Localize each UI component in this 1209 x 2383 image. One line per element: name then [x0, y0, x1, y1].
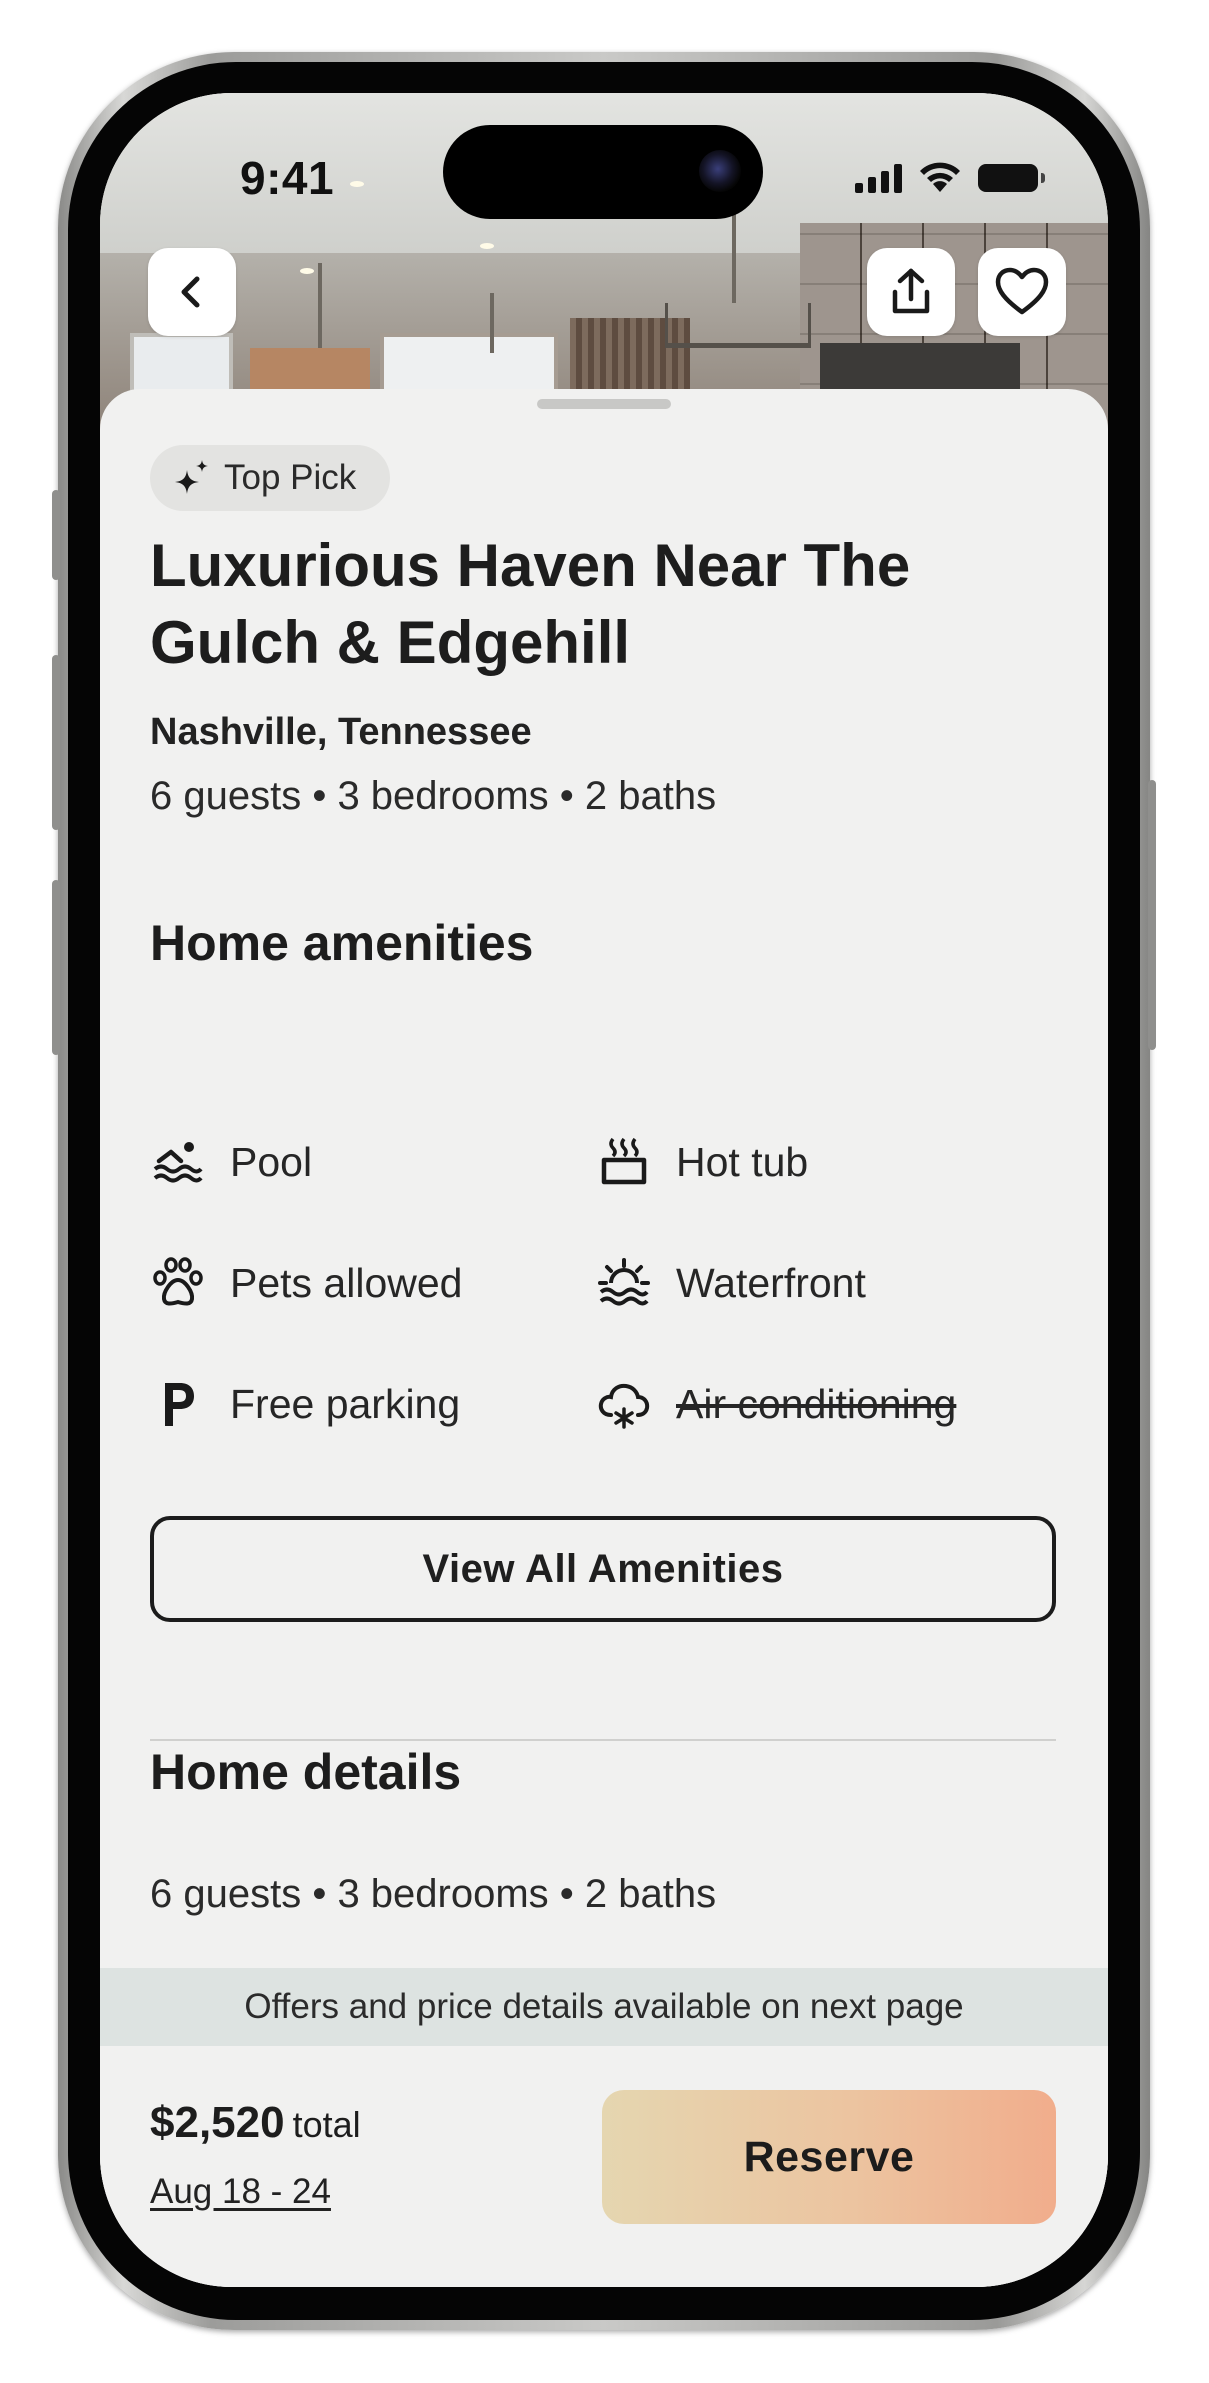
sheet-grabber[interactable]: [537, 399, 671, 409]
stay-dates-link[interactable]: Aug 18 - 24: [150, 2172, 331, 2212]
top-pick-badge: Top Pick: [150, 445, 391, 511]
amenity-label: Air conditioning: [676, 1380, 957, 1427]
amenities-heading: Home amenities: [150, 915, 534, 971]
booking-footer: $2,520 total Aug 18 - 24 Reserve: [100, 2046, 1108, 2287]
share-icon: [892, 268, 930, 314]
badge-label: Top Pick: [224, 458, 357, 497]
camera-icon: [699, 150, 741, 192]
app-screen: 9:41 Top Pick Luxurious Haven Near The G…: [100, 93, 1108, 2287]
chevron-left-icon: [181, 276, 200, 308]
volume-up-button: [52, 655, 60, 830]
amenity-waterfront: Waterfront: [596, 1253, 866, 1313]
amenity-label: Pets allowed: [230, 1259, 463, 1306]
offers-notice: Offers and price details available on ne…: [100, 1968, 1108, 2046]
dynamic-island: [443, 125, 763, 219]
listing-location: Nashville, Tennessee: [150, 711, 532, 753]
amenity-pets-allowed: Pets allowed: [150, 1253, 462, 1313]
wifi-icon: [920, 162, 960, 192]
parking-icon: [150, 1376, 206, 1432]
status-icons: [855, 161, 1045, 195]
back-button[interactable]: [148, 248, 236, 336]
amenity-air-conditioning: Air conditioning: [596, 1374, 956, 1434]
amenity-label: Pool: [230, 1138, 313, 1185]
listing-summary: 6 guests • 3 bedrooms • 2 baths: [150, 774, 717, 818]
amenity-hot-tub: Hot tub: [596, 1132, 808, 1192]
amenity-label: Waterfront: [676, 1259, 866, 1306]
amenity-label: Hot tub: [676, 1138, 809, 1185]
sparkle-icon: [175, 460, 208, 494]
battery-icon: [978, 164, 1045, 192]
hot-tub-icon: [596, 1134, 652, 1190]
home-details-heading: Home details: [150, 1744, 462, 1800]
price-amount: $2,520: [150, 2098, 285, 2147]
volume-down-button: [52, 880, 60, 1055]
price-suffix: total: [292, 2104, 361, 2145]
price-total: $2,520 total: [150, 2098, 361, 2148]
air-conditioning-icon: [596, 1376, 652, 1432]
power-button: [1148, 780, 1156, 1050]
waterfront-icon: [596, 1255, 652, 1311]
reserve-button[interactable]: Reserve: [602, 2090, 1056, 2224]
action-button: [52, 490, 60, 580]
listing-title: Luxurious Haven Near The Gulch & Edgehil…: [150, 532, 911, 676]
cellular-signal-icon: [855, 163, 902, 193]
amenity-label: Free parking: [230, 1380, 461, 1427]
amenity-free-parking: Free parking: [150, 1374, 460, 1434]
share-button[interactable]: [867, 248, 955, 336]
section-divider: [150, 1739, 1056, 1741]
amenity-pool: Pool: [150, 1132, 312, 1192]
home-details-summary: 6 guests • 3 bedrooms • 2 baths: [150, 1872, 717, 1916]
favorite-button[interactable]: [978, 248, 1066, 336]
view-all-amenities-button[interactable]: View All Amenities: [150, 1516, 1056, 1622]
paw-icon: [150, 1255, 206, 1311]
status-time: 9:41: [240, 152, 335, 204]
heart-icon: [995, 267, 1049, 315]
pool-icon: [150, 1134, 206, 1190]
